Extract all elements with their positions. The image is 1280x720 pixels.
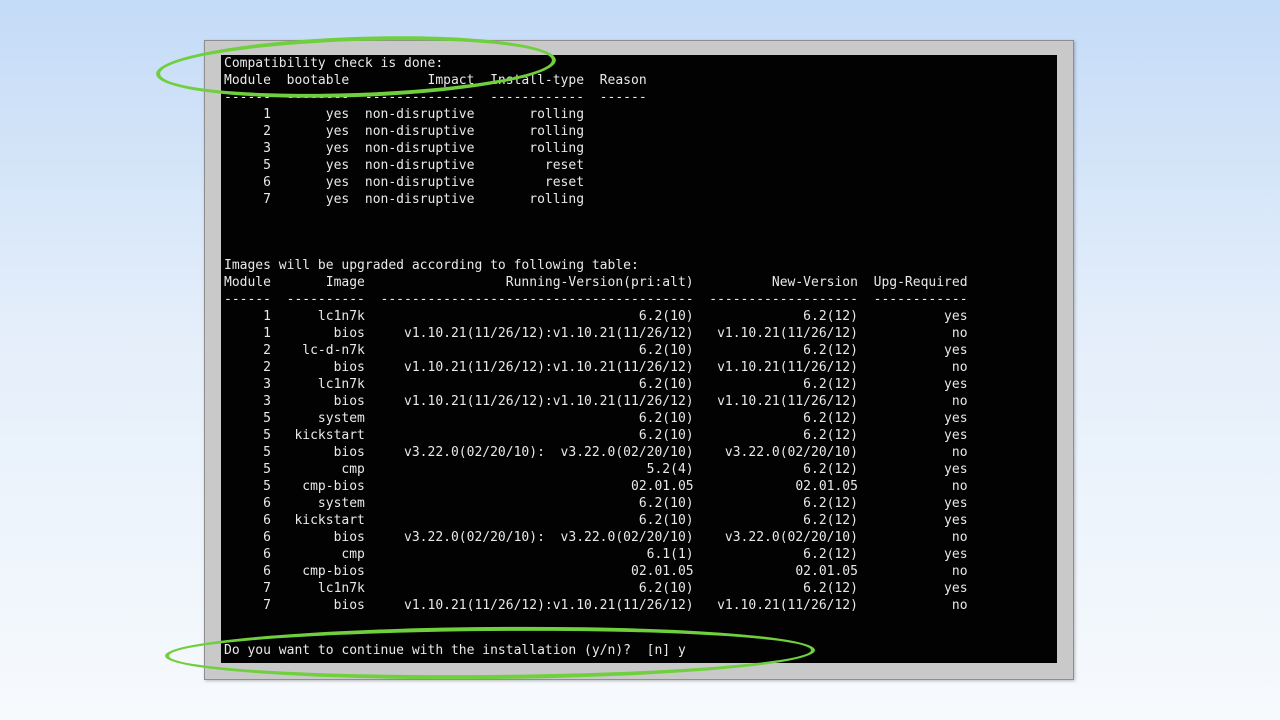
images-divider: ------ ---------- ----------------------…: [224, 292, 968, 307]
images-title: Images will be upgraded according to fol…: [224, 258, 639, 273]
compat-row: 5 yes non-disruptive reset: [224, 158, 600, 173]
images-header-row: Module Image Running-Version(pri:alt) Ne…: [224, 275, 968, 290]
compat-header-row: Module bootable Impact Install-type Reas…: [224, 73, 647, 88]
compat-row: 2 yes non-disruptive rolling: [224, 124, 600, 139]
images-row: 7 bios v1.10.21(11/26/12):v1.10.21(11/26…: [224, 598, 968, 613]
images-row: 6 kickstart 6.2(10) 6.2(12) yes: [224, 513, 968, 528]
prompt-default: [n]: [646, 643, 671, 658]
compat-row: 1 yes non-disruptive rolling: [224, 107, 600, 122]
images-row: 6 system 6.2(10) 6.2(12) yes: [224, 496, 968, 511]
images-row: 2 bios v1.10.21(11/26/12):v1.10.21(11/26…: [224, 360, 968, 375]
compat-row: 7 yes non-disruptive rolling: [224, 192, 600, 207]
images-row: 2 lc-d-n7k 6.2(10) 6.2(12) yes: [224, 343, 968, 358]
images-row: 5 cmp 5.2(4) 6.2(12) yes: [224, 462, 968, 477]
images-row: 6 cmp-bios 02.01.05 02.01.05 no: [224, 564, 968, 579]
prompt-answer[interactable]: y: [678, 643, 686, 658]
images-row: 5 kickstart 6.2(10) 6.2(12) yes: [224, 428, 968, 443]
images-row: 5 bios v3.22.0(02/20/10): v3.22.0(02/20/…: [224, 445, 968, 460]
prompt-question: Do you want to continue with the install…: [224, 643, 631, 658]
images-row: 5 system 6.2(10) 6.2(12) yes: [224, 411, 968, 426]
images-row: 7 lc1n7k 6.2(10) 6.2(12) yes: [224, 581, 968, 596]
images-row: 1 bios v1.10.21(11/26/12):v1.10.21(11/26…: [224, 326, 968, 341]
compat-title: Compatibility check is done:: [224, 56, 444, 71]
images-row: 6 bios v3.22.0(02/20/10): v3.22.0(02/20/…: [224, 530, 968, 545]
compat-divider: ------ -------- -------------- ---------…: [224, 90, 647, 105]
images-row: 3 bios v1.10.21(11/26/12):v1.10.21(11/26…: [224, 394, 968, 409]
compat-row: 3 yes non-disruptive rolling: [224, 141, 600, 156]
compat-row: 6 yes non-disruptive reset: [224, 175, 600, 190]
terminal-window[interactable]: Compatibility check is done: Module boot…: [221, 55, 1057, 663]
install-prompt[interactable]: Do you want to continue with the install…: [224, 642, 686, 659]
images-row: 6 cmp 6.1(1) 6.2(12) yes: [224, 547, 968, 562]
images-row: 5 cmp-bios 02.01.05 02.01.05 no: [224, 479, 968, 494]
images-row: 1 lc1n7k 6.2(10) 6.2(12) yes: [224, 309, 968, 324]
images-row: 3 lc1n7k 6.2(10) 6.2(12) yes: [224, 377, 968, 392]
